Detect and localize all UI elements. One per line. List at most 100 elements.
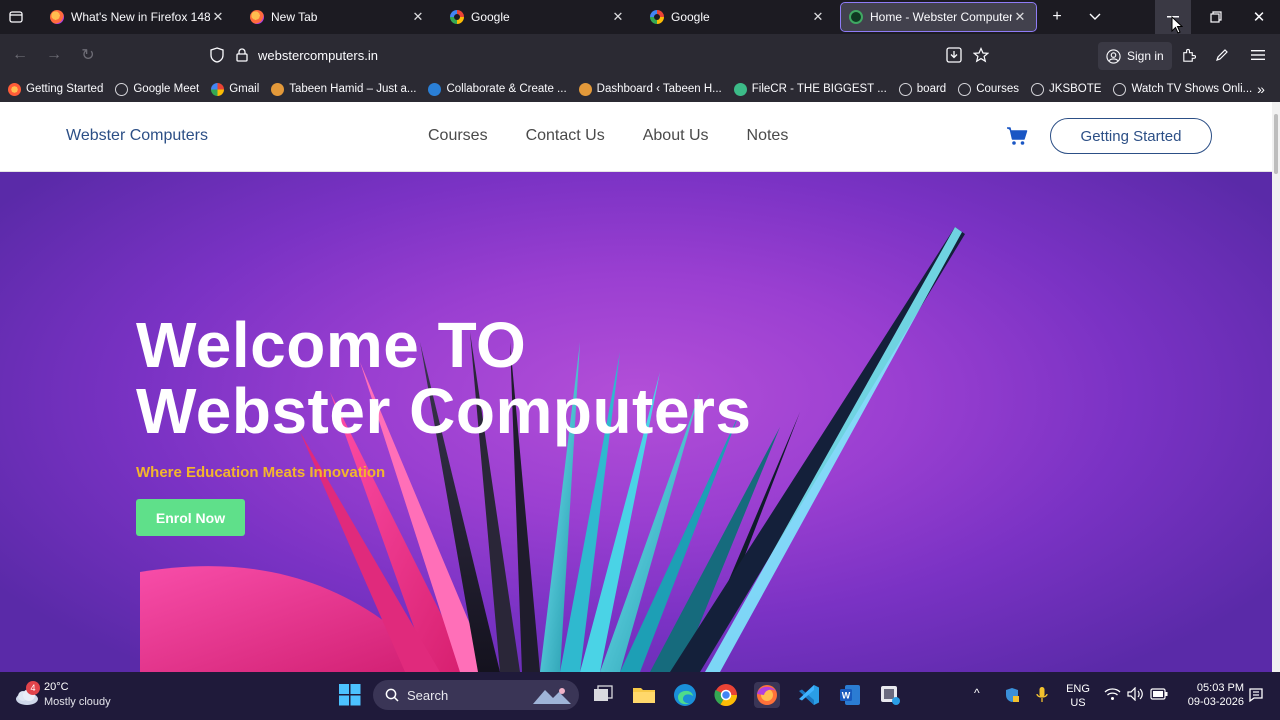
wifi-icon[interactable] bbox=[1104, 687, 1121, 701]
snipping-tool-icon[interactable] bbox=[877, 682, 903, 708]
bookmark-dashboard[interactable]: Dashboard ‹ Tabeen H... bbox=[578, 82, 722, 96]
close-tab-icon[interactable]: ✕ bbox=[810, 9, 826, 25]
firefox-icon bbox=[8, 82, 21, 96]
show-hidden-icons[interactable]: ^ bbox=[974, 686, 980, 700]
bookmark-star-icon[interactable] bbox=[973, 47, 989, 63]
search-label: Search bbox=[407, 687, 449, 703]
url-text[interactable]: webstercomputers.in bbox=[258, 48, 378, 63]
tab-google-2[interactable]: Google ✕ bbox=[642, 3, 834, 31]
tab-google-1[interactable]: Google ✕ bbox=[442, 3, 634, 31]
navigation-toolbar: ← → ↻ webstercomputers.in Sign in bbox=[0, 34, 1280, 76]
extensions-icon[interactable] bbox=[1178, 45, 1198, 65]
edit-pen-icon[interactable] bbox=[1212, 45, 1232, 65]
close-tab-icon[interactable]: ✕ bbox=[610, 9, 626, 25]
list-tabs-icon[interactable] bbox=[1085, 7, 1105, 27]
bookmark-label: Tabeen Hamid – Just a... bbox=[289, 83, 417, 95]
file-explorer-icon[interactable] bbox=[631, 682, 657, 708]
more-bookmarks-icon[interactable]: » bbox=[1252, 80, 1270, 98]
tab-title: New Tab bbox=[271, 10, 318, 24]
sign-in-button[interactable]: Sign in bbox=[1098, 42, 1172, 70]
bookmark-gmail[interactable]: Gmail bbox=[211, 82, 260, 96]
weather-desc: Mostly cloudy bbox=[44, 696, 111, 708]
bookmark-label: Google Meet bbox=[133, 83, 200, 95]
restore-icon[interactable] bbox=[1198, 0, 1234, 34]
windows-taskbar: 4 20°C Mostly cloudy Search W ^ ENG US 0… bbox=[0, 672, 1280, 720]
windows-start-icon[interactable] bbox=[339, 684, 361, 706]
hero-title-line-1: Welcome TO bbox=[136, 309, 527, 381]
word-icon[interactable]: W bbox=[837, 682, 863, 708]
account-icon bbox=[1106, 48, 1121, 64]
scrollbar-thumb[interactable] bbox=[1274, 114, 1278, 174]
google-icon bbox=[450, 10, 464, 24]
nav-notes[interactable]: Notes bbox=[747, 127, 789, 145]
language-bottom: US bbox=[1070, 697, 1086, 709]
tab-new-tab[interactable]: New Tab ✕ bbox=[242, 3, 434, 31]
tab-webster-home[interactable]: Home - Webster Computers ✕ bbox=[840, 2, 1037, 32]
back-icon[interactable]: ← bbox=[8, 43, 32, 67]
task-view-icon[interactable] bbox=[590, 682, 616, 708]
close-window-icon[interactable]: ✕ bbox=[1241, 0, 1277, 34]
save-page-icon[interactable] bbox=[946, 47, 962, 63]
close-tab-icon[interactable]: ✕ bbox=[210, 9, 226, 25]
forward-icon[interactable]: → bbox=[42, 43, 66, 67]
lock-icon[interactable] bbox=[236, 48, 248, 62]
svg-text:W: W bbox=[842, 691, 851, 701]
tab-title: What's New in Firefox 148 bbox=[71, 10, 210, 24]
microphone-icon[interactable] bbox=[1036, 686, 1048, 704]
defender-icon[interactable] bbox=[1004, 687, 1020, 703]
battery-icon[interactable] bbox=[1150, 688, 1168, 700]
volume-icon[interactable] bbox=[1127, 687, 1144, 701]
firefox-icon[interactable] bbox=[754, 682, 780, 708]
chrome-icon[interactable] bbox=[713, 682, 739, 708]
getting-started-button[interactable]: Getting Started bbox=[1050, 118, 1212, 154]
taskbar-search[interactable]: Search bbox=[373, 680, 579, 710]
tab-title: Google bbox=[671, 10, 710, 24]
cart-icon[interactable] bbox=[1006, 126, 1028, 146]
clock-time: 05:03 PM bbox=[1196, 682, 1244, 694]
close-tab-icon[interactable]: ✕ bbox=[410, 9, 426, 25]
app-menu-icon[interactable] bbox=[1248, 45, 1268, 65]
hero-title: Welcome TO Webster Computers bbox=[136, 312, 751, 444]
bookmark-collaborate[interactable]: Collaborate & Create ... bbox=[428, 82, 567, 96]
vscode-icon[interactable] bbox=[796, 682, 822, 708]
enrol-now-button[interactable]: Enrol Now bbox=[136, 499, 245, 536]
bookmark-board[interactable]: board bbox=[898, 82, 946, 96]
bookmark-label: Getting Started bbox=[26, 83, 104, 95]
nav-about-us[interactable]: About Us bbox=[643, 127, 709, 145]
xampp-icon bbox=[578, 82, 592, 96]
nav-courses[interactable]: Courses bbox=[428, 127, 488, 145]
bookmark-tabeen-hamid[interactable]: Tabeen Hamid – Just a... bbox=[271, 82, 417, 96]
page-scrollbar[interactable] bbox=[1272, 102, 1280, 672]
clock[interactable]: 05:03 PM 09-03-2026 bbox=[1178, 681, 1244, 709]
nav-contact-us[interactable]: Contact Us bbox=[526, 127, 605, 145]
weather-widget[interactable]: 4 20°C Mostly cloudy bbox=[14, 680, 111, 710]
tracking-protection-icon[interactable] bbox=[210, 47, 224, 63]
tab-firefox-whats-new[interactable]: What's New in Firefox 148 ✕ bbox=[42, 3, 234, 31]
search-icon bbox=[385, 688, 399, 702]
bookmark-getting-started[interactable]: Getting Started bbox=[8, 82, 104, 96]
bookmark-label: Watch TV Shows Onli... bbox=[1131, 83, 1253, 95]
bookmark-jksbote[interactable]: JKSBOTE bbox=[1031, 82, 1101, 96]
bookmark-courses[interactable]: Courses bbox=[958, 82, 1019, 96]
tab-bar: What's New in Firefox 148 ✕ New Tab ✕ Go… bbox=[0, 0, 1280, 34]
reload-icon[interactable]: ↻ bbox=[76, 43, 100, 67]
tab-title: Home - Webster Computers bbox=[870, 10, 1012, 24]
bookmark-google-meet[interactable]: Google Meet bbox=[115, 82, 200, 96]
bookmark-label: FileCR - THE BIGGEST ... bbox=[751, 83, 887, 95]
filecr-icon bbox=[733, 82, 747, 96]
firefox-view-icon[interactable] bbox=[6, 7, 26, 27]
bookmark-filecr[interactable]: FileCR - THE BIGGEST ... bbox=[733, 82, 887, 96]
notifications-icon[interactable] bbox=[1249, 687, 1263, 703]
new-tab-icon[interactable]: + bbox=[1047, 7, 1067, 27]
url-bar[interactable]: webstercomputers.in bbox=[200, 40, 1020, 70]
edge-icon[interactable] bbox=[672, 682, 698, 708]
language-indicator[interactable]: ENG US bbox=[1064, 682, 1092, 710]
site-brand[interactable]: Webster Computers bbox=[66, 127, 208, 145]
close-tab-icon[interactable]: ✕ bbox=[1012, 9, 1028, 25]
google-icon bbox=[650, 10, 664, 24]
globe-icon bbox=[958, 82, 972, 96]
bookmark-label: Gmail bbox=[229, 83, 260, 95]
hero-title-line-2: Webster Computers bbox=[136, 375, 752, 447]
firefox-icon bbox=[250, 10, 264, 24]
bookmark-watch-tv[interactable]: Watch TV Shows Onli... bbox=[1113, 82, 1253, 96]
